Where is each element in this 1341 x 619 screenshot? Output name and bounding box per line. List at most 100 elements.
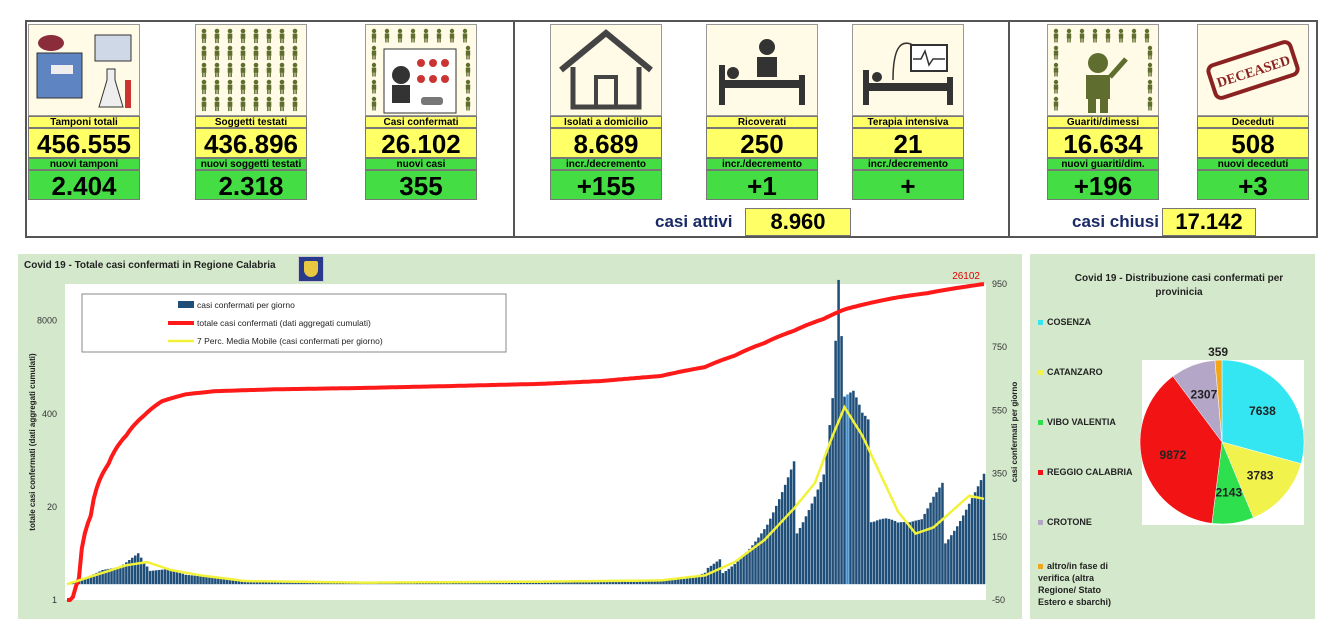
daily-bar — [169, 569, 173, 585]
daily-bar — [923, 513, 926, 585]
hospital-bed-icon — [706, 24, 818, 116]
daily-bar — [825, 450, 828, 585]
daily-bar — [217, 578, 220, 585]
daily-bar — [914, 520, 918, 585]
daily-bar — [211, 577, 214, 585]
right-tick-label: 350 — [992, 469, 1007, 479]
casi-chiusi-label: casi chiusi — [1072, 212, 1159, 231]
card-sub-label: incr./decremento — [852, 158, 964, 170]
daily-bar — [810, 503, 814, 585]
card-value: 436.896 — [195, 128, 307, 159]
card-sub-label: nuovi guariti/dim. — [1047, 158, 1159, 170]
daily-bar — [160, 569, 164, 585]
daily-bar — [849, 392, 852, 585]
daily-bar — [890, 519, 894, 585]
daily-bar — [976, 486, 980, 585]
card-value: 16.634 — [1047, 128, 1159, 159]
daily-bar — [739, 558, 742, 585]
daily-bar — [804, 516, 808, 585]
daily-bar — [727, 568, 731, 585]
deceased-stamp-icon: DECEASED — [1197, 24, 1309, 116]
daily-bar — [145, 566, 149, 585]
daily-bar — [893, 520, 897, 585]
card-label: Isolati a domicilio — [550, 116, 662, 128]
daily-bar — [766, 524, 769, 585]
daily-bar — [166, 569, 170, 585]
daily-bar — [116, 567, 119, 585]
daily-bar — [878, 519, 882, 585]
lab-equipment-icon — [28, 24, 140, 116]
daily-bar — [801, 522, 805, 585]
daily-bar — [136, 553, 140, 585]
card-sub-label: nuovi tamponi — [28, 158, 140, 170]
daily-bar — [142, 562, 146, 585]
recovered-person-icon — [1047, 24, 1159, 116]
card-terapia: Terapia intensiva 21 incr./decremento + — [852, 24, 964, 201]
card-label: Casi confermati — [365, 116, 477, 128]
card-value: 508 — [1197, 128, 1309, 159]
card-sub-label: nuovi casi — [365, 158, 477, 170]
pie-slice-label: 359 — [1208, 345, 1228, 359]
daily-bar — [941, 482, 944, 585]
daily-bar — [208, 577, 211, 585]
daily-bar — [905, 522, 909, 585]
house-icon — [550, 24, 662, 116]
daily-bar — [831, 398, 834, 585]
daily-bar — [902, 522, 906, 585]
daily-bar — [748, 548, 751, 585]
daily-bar — [967, 503, 971, 585]
daily-bar — [196, 575, 199, 585]
daily-bar — [730, 566, 734, 585]
left-tick-label: 1 — [52, 595, 57, 605]
daily-bar — [157, 569, 161, 585]
daily-bar — [947, 539, 950, 585]
left-axis-label: totale casi confermati (dati aggregati c… — [28, 353, 37, 531]
daily-bar — [956, 526, 959, 585]
card-sub-value: 2.318 — [195, 170, 307, 201]
daily-bar — [119, 566, 122, 585]
card-casi: Casi confermati 26.102 nuovi casi 355 — [365, 24, 477, 201]
daily-bar — [935, 492, 938, 585]
daily-bar — [178, 572, 182, 585]
daily-bar — [982, 473, 986, 585]
daily-bar — [172, 570, 176, 585]
daily-bar — [709, 565, 713, 585]
people-grid-icon — [195, 24, 307, 116]
daily-bar — [970, 498, 974, 585]
card-tamponi: Tamponi totali 456.555 nuovi tamponi 2.404 — [28, 24, 140, 201]
casi-attivi-value: 8.960 — [745, 208, 851, 236]
right-tick-label: 950 — [992, 279, 1007, 289]
daily-bar — [899, 522, 903, 585]
daily-bar — [840, 336, 843, 585]
card-soggetti: Soggetti testati 436.896 nuovi soggetti te… — [195, 24, 307, 201]
daily-bar — [214, 577, 217, 585]
card-label: Guariti/dimessi — [1047, 116, 1159, 128]
daily-bar — [869, 522, 873, 585]
casi-chiusi-value: 17.142 — [1162, 208, 1256, 236]
right-tick-label: 750 — [992, 342, 1007, 352]
daily-bar — [706, 567, 710, 585]
end-value-label: 26102 — [952, 271, 980, 282]
daily-bar — [875, 520, 879, 585]
card-sub-value: 2.404 — [28, 170, 140, 201]
card-value: 21 — [852, 128, 964, 159]
daily-bar — [769, 518, 772, 585]
daily-bar — [225, 579, 229, 585]
card-label: Soggetti testati — [195, 116, 307, 128]
daily-bar — [184, 574, 187, 585]
daily-bar — [917, 519, 920, 585]
daily-bar — [961, 515, 965, 585]
daily-bar — [958, 520, 962, 585]
card-sub-label: nuovi deceduti — [1197, 158, 1309, 170]
daily-bar — [929, 502, 932, 585]
card-sub-value: + — [852, 170, 964, 201]
card-label: Deceduti — [1197, 116, 1309, 128]
daily-bar — [979, 480, 983, 585]
daily-bar — [792, 461, 796, 585]
daily-bar — [154, 570, 158, 585]
daily-bar — [944, 543, 947, 585]
daily-bar — [777, 499, 781, 585]
daily-bar — [715, 561, 719, 585]
card-sub-label: nuovi soggetti testati — [195, 158, 307, 170]
legend-entry: totale casi confermati (dati aggregati c… — [197, 318, 371, 328]
